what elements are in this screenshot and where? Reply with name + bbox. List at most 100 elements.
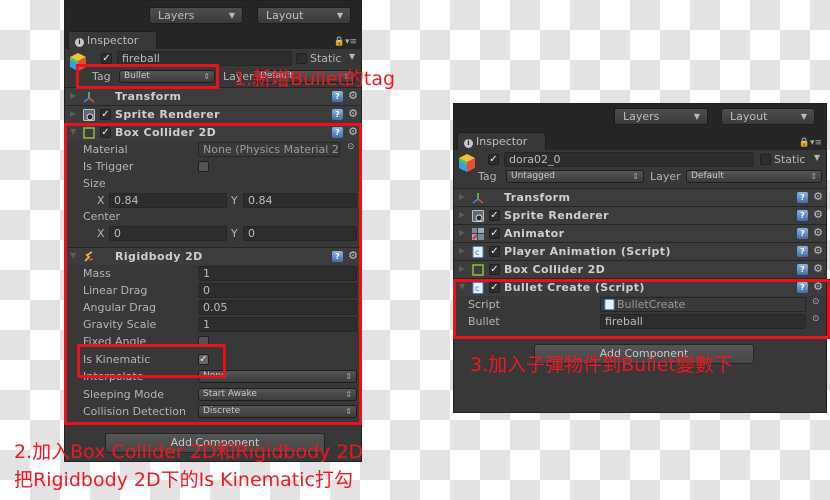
angular-drag-input[interactable]: 0.05 — [198, 300, 357, 315]
component-enabled-checkbox[interactable]: ✓ — [489, 210, 500, 221]
material-field[interactable]: None (Physics Material 2D) — [198, 142, 340, 157]
static-dropdown-icon[interactable]: ▼ — [349, 52, 355, 61]
static-checkbox[interactable] — [760, 154, 771, 165]
updown-icon: ⇕ — [345, 390, 352, 399]
static-dropdown-icon[interactable]: ▼ — [814, 153, 820, 162]
linear-drag-input[interactable]: 0 — [198, 283, 357, 298]
tag-dropdown[interactable]: Bullet ⇕ — [119, 70, 215, 83]
component-transform[interactable]: ▶ Transform ? ⚙ — [454, 188, 826, 206]
component-enabled-checkbox[interactable]: ✓ — [100, 127, 111, 138]
is-trigger-label: Is Trigger — [83, 160, 134, 173]
help-icon[interactable]: ? — [797, 228, 808, 239]
gameobject-active-checkbox[interactable]: ✓ — [488, 154, 499, 165]
mass-input[interactable]: 1 — [198, 266, 357, 281]
box-collider-properties: Material None (Physics Material 2D) ⊙ Is… — [65, 141, 361, 247]
bullet-label: Bullet — [468, 315, 500, 328]
expand-triangle-icon[interactable]: ▶ — [70, 91, 76, 100]
component-enabled-checkbox[interactable]: ✓ — [489, 246, 500, 257]
tag-value: Bullet — [124, 71, 150, 81]
help-icon[interactable]: ? — [332, 251, 343, 262]
expand-triangle-icon[interactable]: ▶ — [459, 210, 465, 219]
help-icon[interactable]: ? — [797, 192, 808, 203]
size-y-input[interactable]: 0.84 — [243, 193, 357, 208]
gear-icon[interactable]: ⚙ — [813, 190, 823, 203]
help-icon[interactable]: ? — [332, 127, 343, 138]
info-icon: i — [75, 38, 84, 47]
layers-dropdown[interactable]: Layers ▼ — [149, 7, 243, 24]
gameobject-name-input[interactable]: dora02_0 — [504, 152, 754, 167]
collapse-triangle-icon[interactable]: ▼ — [459, 282, 465, 291]
expand-triangle-icon[interactable]: ▶ — [459, 228, 465, 237]
lock-menu-icon[interactable]: 🔒▾≡ — [799, 138, 822, 148]
object-picker-icon[interactable]: ⊙ — [812, 297, 820, 307]
bullet-field[interactable]: fireball — [600, 314, 806, 329]
center-x-label: X — [97, 227, 105, 240]
gear-icon[interactable]: ⚙ — [813, 208, 823, 221]
component-enabled-checkbox[interactable]: ✓ — [489, 282, 500, 293]
gear-icon[interactable]: ⚙ — [348, 125, 358, 138]
center-x-input[interactable]: 0 — [109, 226, 227, 241]
help-icon[interactable]: ? — [797, 264, 808, 275]
is-kinematic-checkbox[interactable]: ✓ — [198, 354, 209, 365]
help-icon[interactable]: ? — [797, 282, 808, 293]
script-field[interactable]: BulletCreate — [600, 297, 806, 312]
transform-icon — [472, 193, 484, 204]
component-sprite-renderer[interactable]: ▶ ✓ Sprite Renderer ? ⚙ — [65, 105, 361, 123]
collapse-triangle-icon[interactable]: ▼ — [70, 251, 76, 260]
collapse-triangle-icon[interactable]: ▼ — [70, 127, 76, 136]
box-collider-icon — [472, 264, 484, 276]
component-box-collider-2d[interactable]: ▼ ✓ Box Collider 2D ? ⚙ — [65, 123, 361, 141]
object-picker-icon[interactable]: ⊙ — [812, 314, 820, 324]
layout-dropdown[interactable]: Layout ▼ — [257, 7, 351, 24]
gear-icon[interactable]: ⚙ — [813, 226, 823, 239]
expand-triangle-icon[interactable]: ▶ — [70, 109, 76, 118]
interpolate-dropdown[interactable]: None ⇕ — [198, 370, 357, 383]
center-label: Center — [83, 210, 121, 223]
layer-dropdown[interactable]: Default ⇕ — [686, 170, 822, 183]
component-enabled-checkbox[interactable]: ✓ — [100, 109, 111, 120]
help-icon[interactable]: ? — [332, 109, 343, 120]
gear-icon[interactable]: ⚙ — [813, 244, 823, 257]
lock-menu-icon[interactable]: 🔒▾≡ — [334, 37, 357, 47]
component-animator[interactable]: ▶ ✓ Animator ? ⚙ — [454, 224, 826, 242]
expand-triangle-icon[interactable]: ▶ — [459, 192, 465, 201]
script-value: BulletCreate — [617, 298, 686, 311]
gear-icon[interactable]: ⚙ — [813, 262, 823, 275]
size-x-input[interactable]: 0.84 — [109, 193, 227, 208]
gear-icon[interactable]: ⚙ — [348, 249, 358, 262]
fixed-angle-checkbox[interactable] — [198, 336, 209, 347]
chevron-down-icon: ▼ — [336, 11, 343, 20]
help-icon[interactable]: ? — [797, 246, 808, 257]
component-rigidbody-2d[interactable]: ▼ Rigidbody 2D ? ⚙ — [65, 247, 361, 265]
is-trigger-checkbox[interactable] — [198, 161, 209, 172]
center-y-input[interactable]: 0 — [243, 226, 357, 241]
component-bullet-create-script[interactable]: ▼ c ✓ Bullet Create (Script) ? ⚙ — [454, 278, 826, 296]
layers-dropdown[interactable]: Layers ▼ — [614, 108, 708, 125]
linear-drag-label: Linear Drag — [83, 284, 148, 297]
component-name: Animator — [504, 227, 565, 240]
component-enabled-checkbox[interactable]: ✓ — [489, 228, 500, 239]
component-enabled-checkbox[interactable]: ✓ — [489, 264, 500, 275]
component-box-collider-2d[interactable]: ▶ ✓ Box Collider 2D ? ⚙ — [454, 260, 826, 278]
sleeping-mode-dropdown[interactable]: Start Awake ⇕ — [198, 388, 357, 401]
expand-triangle-icon[interactable]: ▶ — [459, 246, 465, 255]
collision-detection-dropdown[interactable]: Discrete ⇕ — [198, 405, 357, 418]
object-picker-icon[interactable]: ⊙ — [347, 142, 355, 152]
gear-icon[interactable]: ⚙ — [348, 107, 358, 120]
component-player-animation-script[interactable]: ▶ c ✓ Player Animation (Script) ? ⚙ — [454, 242, 826, 260]
static-checkbox[interactable] — [296, 53, 307, 64]
gear-icon[interactable]: ⚙ — [813, 280, 823, 293]
help-icon[interactable]: ? — [797, 210, 808, 221]
gameobject-active-checkbox[interactable]: ✓ — [101, 53, 112, 64]
component-name: Bullet Create (Script) — [504, 281, 645, 294]
layout-dropdown[interactable]: Layout ▼ — [721, 108, 815, 125]
component-sprite-renderer[interactable]: ▶ ✓ Sprite Renderer ? ⚙ — [454, 206, 826, 224]
collision-detection-label: Collision Detection — [83, 405, 187, 418]
bullet-create-properties: Script BulletCreate ⊙ Bullet fireball ⊙ — [454, 296, 826, 336]
gravity-scale-input[interactable]: 1 — [198, 317, 357, 332]
tab-inspector[interactable]: i Inspector — [457, 132, 547, 150]
tab-inspector[interactable]: i Inspector — [68, 31, 158, 49]
help-icon[interactable]: ? — [332, 91, 343, 102]
tag-dropdown[interactable]: Untagged ⇕ — [506, 170, 644, 183]
expand-triangle-icon[interactable]: ▶ — [459, 264, 465, 273]
